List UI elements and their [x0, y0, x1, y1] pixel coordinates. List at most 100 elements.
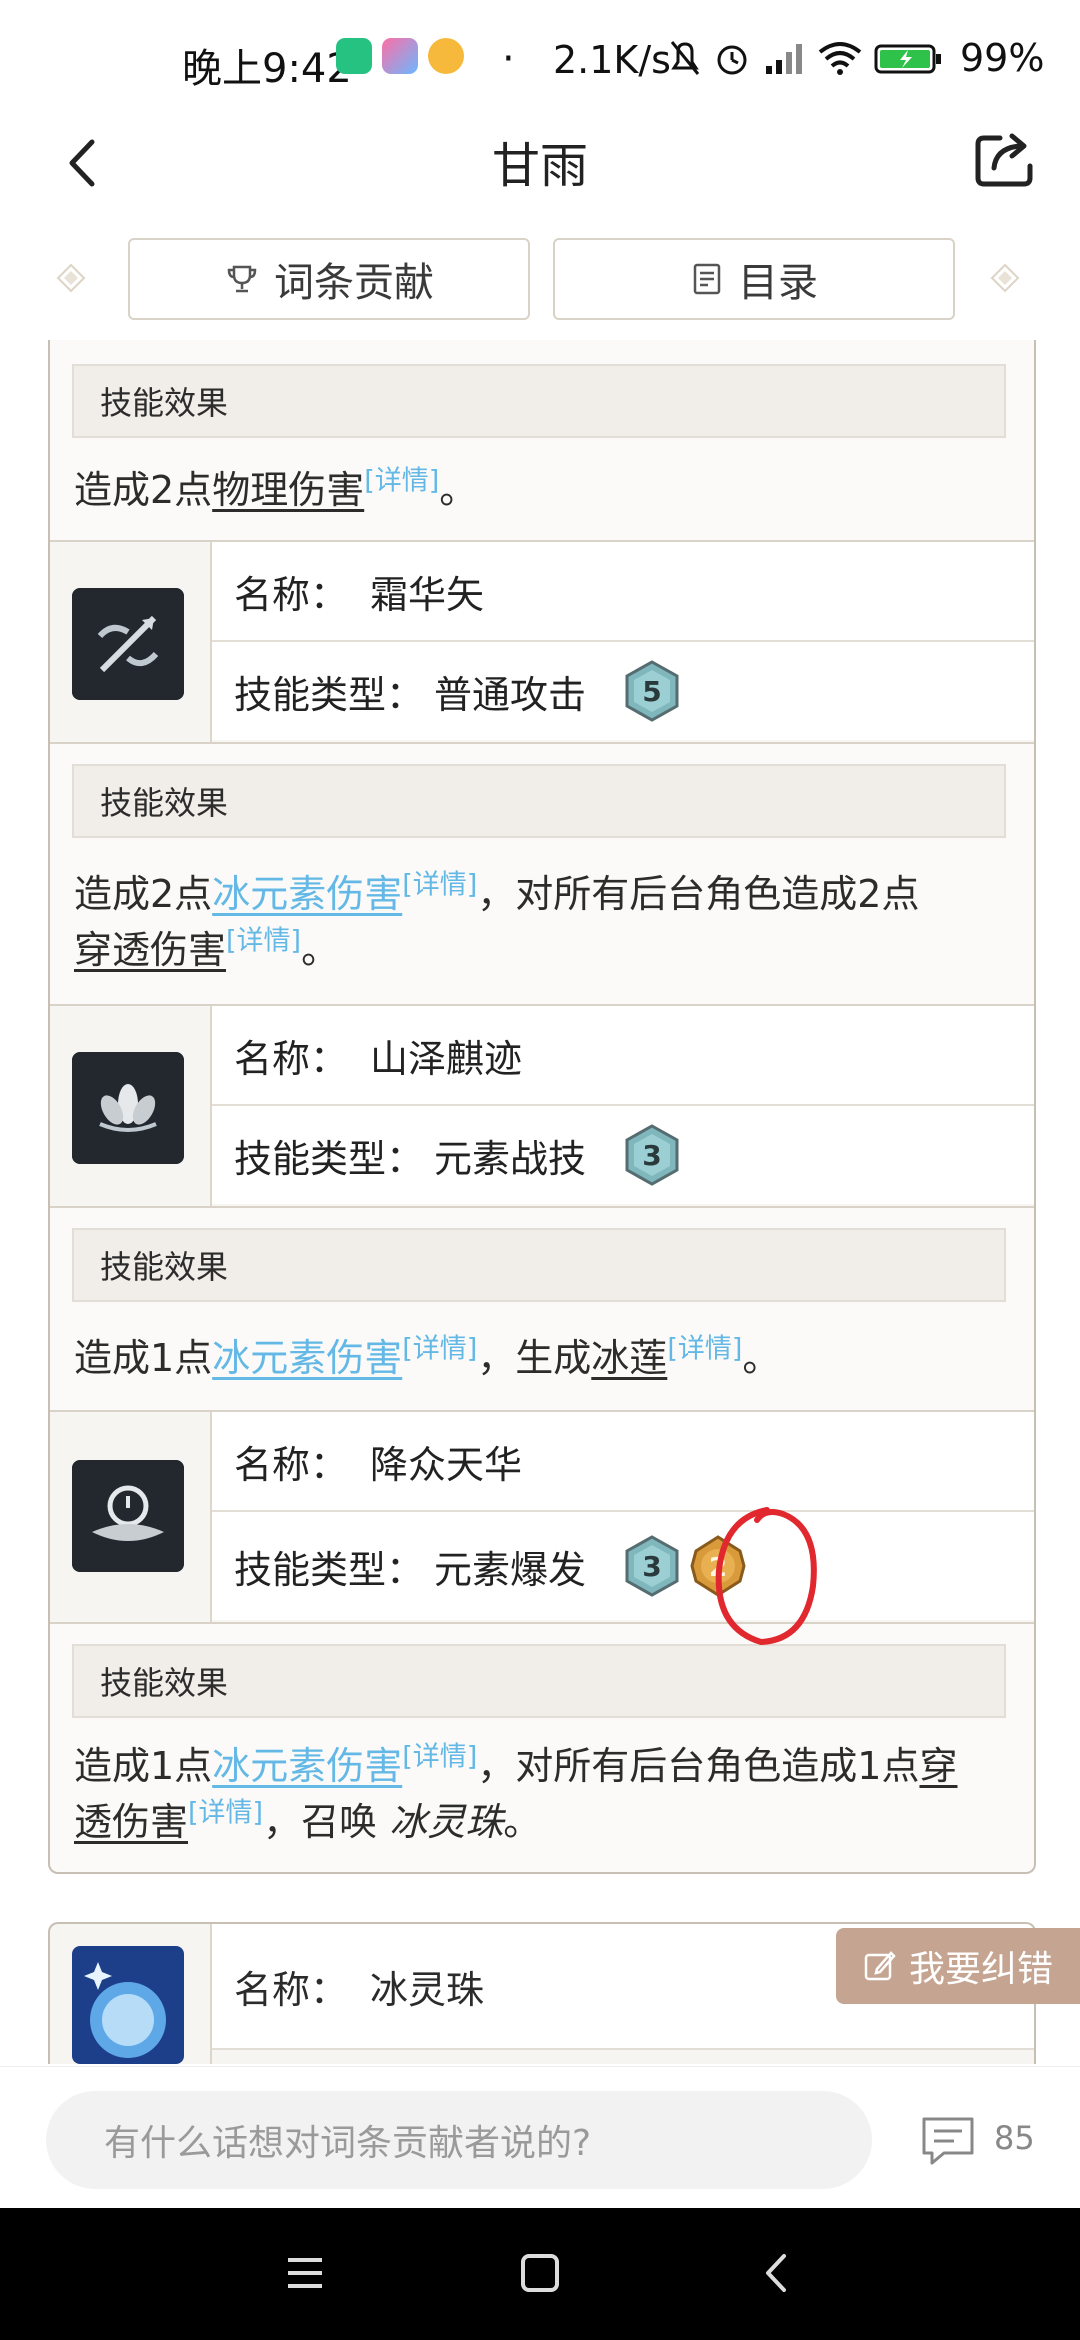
skill-name: 降众天华: [370, 1442, 523, 1487]
ice-lotus-link[interactable]: 冰莲: [591, 1336, 667, 1380]
skill-effect-text: 造成2点冰元素伤害[详情]，对所有后台角色造成2点 穿透伤害[详情]。: [74, 866, 1018, 978]
ice-orb-icon: [72, 1946, 184, 2064]
detail-link[interactable]: [详情]: [364, 465, 439, 496]
skill-icon-cell: [50, 1412, 212, 1622]
detail-link[interactable]: [详情]: [226, 925, 301, 956]
effect-text-segment: ，对所有后台角色造成2点: [477, 872, 920, 916]
alarm-icon: [717, 45, 747, 75]
physical-damage-link[interactable]: 物理伤害: [212, 468, 364, 512]
effect-text-segment: ，召唤: [263, 1800, 390, 1844]
cryo-dice-cost-icon: 3: [625, 1535, 679, 1597]
skill-type: 元素战技: [434, 1136, 587, 1181]
skill-type: 普通攻击: [434, 672, 587, 717]
skill-name: 霜华矢: [370, 572, 485, 617]
tab-contributions-label: 词条贡献: [274, 260, 434, 306]
summon-name: 冰灵珠: [370, 1967, 485, 2012]
left-diamond-icon: [56, 263, 86, 293]
effect-text-segment: 造成2点: [74, 872, 213, 916]
skill-type-label: 技能类型：: [234, 672, 425, 717]
summon-name-label: 名称：: [234, 1967, 349, 2012]
summon-name: 冰灵珠: [389, 1800, 504, 1844]
skill-name-label: 名称：: [234, 572, 349, 617]
report-error-label: 我要纠错: [908, 1949, 1053, 1990]
comment-icon[interactable]: [918, 2113, 978, 2169]
tab-catalog-label: 目录: [738, 260, 818, 306]
cost-value: 3: [642, 1139, 661, 1172]
effect-text-segment: 造成1点: [74, 1744, 213, 1788]
red-annotation-circle: [715, 1507, 817, 1646]
comment-input[interactable]: 有什么话想对词条贡献者说的?: [46, 2091, 872, 2189]
skill-name-label: 名称：: [234, 1036, 349, 1081]
nav-back-icon[interactable]: [752, 2248, 802, 2298]
skills-card: 技能效果 造成2点物理伤害[详情]。 名称： 霜华矢 技能类型： 普通攻击 5: [48, 340, 1036, 1874]
frost-arrow-icon: [72, 588, 184, 700]
cryo-dice-cost-icon: 3: [625, 1124, 679, 1186]
tabs-row: 词条贡献 目录: [0, 238, 1080, 320]
page-title: 甘雨: [491, 138, 588, 194]
skill-effect-label: 技能效果: [72, 364, 1006, 438]
game-app-icon: [382, 38, 418, 74]
skill-icon-cell: [50, 542, 212, 742]
cryo-damage-link[interactable]: 冰元素伤害: [212, 1744, 402, 1788]
status-app-icons: [336, 38, 464, 74]
cryo-dice-cost-icon: 5: [625, 660, 679, 722]
wifi-icon: [818, 42, 862, 75]
status-dot: ·: [502, 36, 515, 82]
skill-type-label: 技能类型：: [234, 1136, 425, 1181]
skill-effect-label: 技能效果: [72, 764, 1006, 838]
skill-effect-text: 造成1点冰元素伤害[详情]，对所有后台角色造成1点穿 透伤害[详情]，召唤 冰灵…: [74, 1738, 1018, 1850]
detail-link[interactable]: [详情]: [402, 1741, 477, 1772]
status-time: 晚上9:42: [182, 46, 352, 92]
skill-type: 元素爆发: [434, 1547, 587, 1592]
piercing-damage-link[interactable]: 穿透伤害: [74, 928, 226, 972]
list-icon: [693, 263, 721, 295]
network-speed: 2.1K/s: [553, 38, 671, 82]
skill-row-frostflake-arrow: 名称： 霜华矢 技能类型： 普通攻击 5: [50, 540, 1034, 744]
cost-value: 3: [642, 1550, 661, 1583]
home-icon[interactable]: [515, 2248, 565, 2298]
tab-catalog[interactable]: 目录: [553, 238, 955, 320]
detail-link[interactable]: [详情]: [402, 1333, 477, 1364]
menu-icon[interactable]: [280, 2248, 330, 2298]
skill-effect-label: 技能效果: [72, 1644, 1006, 1718]
skill-icon-cell: [50, 1006, 212, 1206]
cryo-damage-link[interactable]: 冰元素伤害: [212, 872, 402, 916]
skill-type-row: 技能类型： 元素爆发 3 2: [212, 1512, 1034, 1620]
tab-contributions[interactable]: 词条贡献: [128, 238, 530, 320]
effect-text-segment: 造成1点: [74, 1336, 213, 1380]
skill-row-celestial-shower: 名称： 降众天华 技能类型： 元素爆发 3 2: [50, 1410, 1034, 1624]
effect-text-segment: 。: [301, 928, 340, 972]
skill-effect-text: 造成1点冰元素伤害[详情]，生成冰莲[详情]。: [74, 1330, 1018, 1386]
mute-bell-icon: [670, 41, 700, 75]
skill-type-row: 技能类型： 普通攻击 5: [212, 642, 1034, 740]
detail-link[interactable]: [详情]: [188, 1797, 263, 1828]
summon-icon-cell: [50, 1924, 212, 2064]
skill-name-row: 名称： 霜华矢: [212, 542, 1034, 642]
skill-name-row: 名称： 降众天华: [212, 1412, 1034, 1512]
comment-bar: 有什么话想对词条贡献者说的? 85: [0, 2066, 1080, 2209]
skill-name-row: 名称： 山泽麒迹: [212, 1006, 1034, 1106]
trophy-icon: [227, 265, 257, 293]
piercing-damage-link[interactable]: 透伤害: [74, 1800, 188, 1844]
skill-type-label: 技能类型：: [234, 1547, 425, 1592]
cryo-damage-link[interactable]: 冰元素伤害: [212, 1336, 402, 1380]
status-bar: 晚上9:42 · 2.1K/s 99%: [0, 0, 1080, 120]
piercing-damage-link[interactable]: 穿: [919, 1744, 957, 1788]
effect-text-segment: 。: [742, 1336, 781, 1380]
app-header: 甘雨: [0, 110, 1080, 230]
detail-link[interactable]: [详情]: [667, 1333, 742, 1364]
system-nav-bar: [0, 2208, 1080, 2340]
share-icon[interactable]: [970, 124, 1040, 194]
status-right: 99%: [668, 36, 1044, 80]
effect-text-segment: ，生成: [477, 1336, 592, 1380]
skill-row-trail-of-qilin: 名称： 山泽麒迹 技能类型： 元素战技 3: [50, 1004, 1034, 1208]
detail-link[interactable]: [详情]: [402, 869, 477, 900]
lotus-icon: [72, 1052, 184, 1164]
shield-app-icon: [336, 38, 372, 74]
comment-count: 85: [994, 2119, 1035, 2157]
celestial-icon: [72, 1460, 184, 1572]
mascot-app-icon: [428, 38, 464, 74]
effect-text-segment: 。: [503, 1800, 542, 1844]
cost-value: 5: [642, 675, 661, 708]
report-error-button[interactable]: 我要纠错: [836, 1928, 1080, 2004]
